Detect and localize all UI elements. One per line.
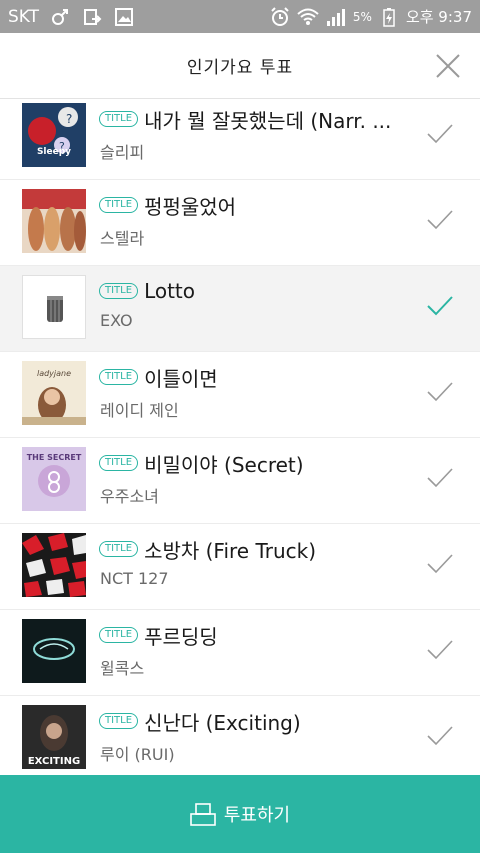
title-line: TITLE 소방차 (Fire Truck): [99, 538, 316, 563]
album-cover: [22, 533, 86, 597]
checkmark-icon-selected[interactable]: [426, 294, 454, 318]
title-badge: TITLE: [99, 111, 139, 127]
title-badge: TITLE: [99, 627, 139, 643]
clock: 오후 9:37: [405, 8, 472, 26]
artist-name: 레이디 제인: [100, 401, 179, 420]
album-cover-text: THE SECRET: [26, 453, 82, 462]
album-cover: EXCITING: [22, 705, 86, 769]
album-cover: ladyjane: [22, 361, 86, 425]
title-badge: TITLE: [99, 369, 139, 385]
album-cover-text: ladyjane: [36, 369, 72, 378]
title-badge: TITLE: [99, 455, 139, 471]
title-badge: TITLE: [99, 283, 139, 299]
song-title: 푸르딩딩: [144, 624, 218, 649]
list-item[interactable]: ? ? Sleepy TITLE 내가 뭘 잘못했는데 (Narr. ... 슬…: [0, 99, 480, 180]
artist-name: 우주소녀: [100, 487, 159, 506]
page-title: 인기가요 투표: [186, 58, 294, 78]
song-title: 내가 뭘 잘못했는데 (Narr. ...: [144, 108, 392, 133]
artist-name: 루이 (RUI): [100, 745, 175, 764]
list-item[interactable]: TITLE 펑펑울었어 스텔라: [0, 180, 480, 266]
svg-text:?: ?: [66, 112, 72, 126]
battery-percent: 5%: [352, 9, 372, 24]
song-title: 소방차 (Fire Truck): [144, 538, 317, 563]
title-line: TITLE 비밀이야 (Secret): [99, 452, 304, 477]
battery-charging-icon: [378, 6, 400, 28]
checkmark-icon[interactable]: [426, 122, 454, 146]
checkmark-icon[interactable]: [426, 638, 454, 662]
song-title: 이틀이면: [144, 366, 218, 391]
album-cover: [22, 189, 86, 253]
download-icon: [81, 6, 103, 28]
carrier-label: SKT: [8, 6, 40, 27]
title-line: TITLE 신난다 (Exciting): [99, 710, 301, 735]
checkmark-icon[interactable]: [426, 466, 454, 490]
title-badge: TITLE: [99, 197, 139, 213]
gender-male-icon: [49, 6, 71, 28]
list-item[interactable]: ladyjane TITLE 이틀이면 레이디 제인: [0, 352, 480, 438]
title-badge: TITLE: [99, 541, 139, 557]
signal-icon: [325, 6, 347, 28]
close-button[interactable]: [434, 52, 462, 80]
ballot-box-icon: [190, 803, 216, 826]
artist-name: NCT 127: [100, 569, 169, 588]
header: 인기가요 투표: [0, 33, 480, 99]
checkmark-icon[interactable]: [426, 208, 454, 232]
list-item[interactable]: TITLE 소방차 (Fire Truck) NCT 127: [0, 524, 480, 610]
song-title: 비밀이야 (Secret): [144, 452, 304, 477]
album-cover: ? ? Sleepy: [22, 103, 86, 167]
vote-button[interactable]: 투표하기: [0, 775, 480, 853]
song-title: 펑펑울었어: [144, 194, 237, 219]
list-item-selected[interactable]: TITLE Lotto EXO: [0, 266, 480, 352]
title-line: TITLE 푸르딩딩: [99, 624, 218, 649]
title-line: TITLE 이틀이면: [99, 366, 218, 391]
title-line: TITLE Lotto: [99, 279, 196, 303]
artist-name: 슬리피: [100, 143, 145, 162]
image-icon: [113, 6, 135, 28]
album-cover-text: EXCITING: [27, 756, 81, 767]
song-title: 신난다 (Exciting): [144, 710, 301, 735]
title-badge: TITLE: [99, 713, 139, 729]
title-line: TITLE 펑펑울었어: [99, 194, 236, 219]
album-cover-text: Sleepy: [36, 147, 72, 157]
wifi-icon: [297, 6, 319, 28]
artist-name: 윌콕스: [100, 659, 145, 678]
title-line: TITLE 내가 뭘 잘못했는데 (Narr. ...: [99, 108, 391, 133]
list-item[interactable]: THE SECRET TITLE 비밀이야 (Secret) 우주소녀: [0, 438, 480, 524]
checkmark-icon[interactable]: [426, 552, 454, 576]
status-bar: SKT 5% 오후 9:37: [0, 0, 480, 33]
album-cover: [22, 619, 86, 683]
checkmark-icon[interactable]: [426, 380, 454, 404]
artist-name: EXO: [100, 311, 133, 330]
album-cover: THE SECRET: [22, 447, 86, 511]
song-title: Lotto: [144, 279, 196, 303]
list-item[interactable]: TITLE 푸르딩딩 윌콕스: [0, 610, 480, 696]
album-cover: [22, 275, 86, 339]
alarm-icon: [269, 6, 291, 28]
artist-name: 스텔라: [100, 229, 145, 248]
close-icon: [436, 54, 460, 78]
list-item[interactable]: EXCITING TITLE 신난다 (Exciting) 루이 (RUI): [0, 696, 480, 775]
vote-label: 투표하기: [223, 805, 291, 826]
song-list[interactable]: ? ? Sleepy TITLE 내가 뭘 잘못했는데 (Narr. ... 슬…: [0, 99, 480, 775]
checkmark-icon[interactable]: [426, 724, 454, 748]
